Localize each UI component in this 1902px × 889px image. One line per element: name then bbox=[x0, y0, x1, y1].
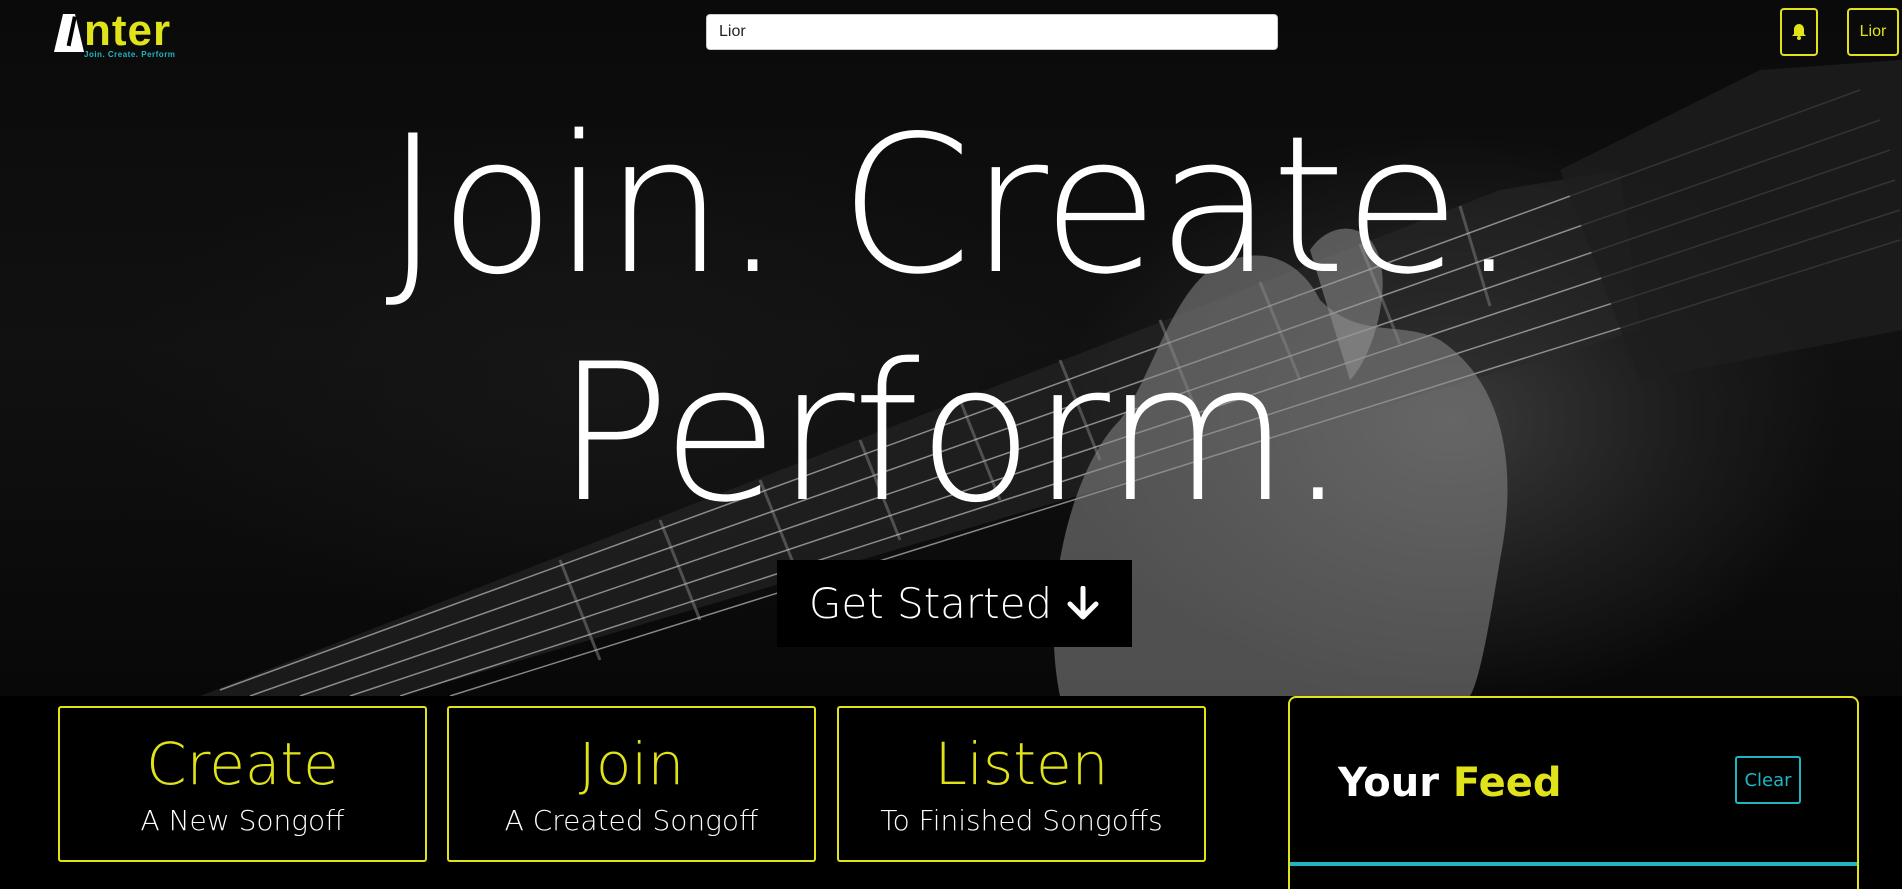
user-menu-button[interactable]: Lior bbox=[1847, 8, 1899, 56]
arrow-down-icon bbox=[1067, 585, 1099, 619]
create-songoff-card[interactable]: Create A New Songoff bbox=[58, 706, 427, 862]
logo[interactable]: nter Join. Create. Perform bbox=[54, 6, 204, 62]
metronome-icon bbox=[54, 14, 84, 52]
notifications-button[interactable] bbox=[1780, 8, 1818, 56]
card-title: Create bbox=[146, 730, 339, 798]
card-subtitle: A New Songoff bbox=[140, 804, 345, 837]
logo-tagline: Join. Create. Perform bbox=[84, 50, 176, 59]
feed-title-accent: Feed bbox=[1452, 760, 1562, 806]
card-title: Join bbox=[578, 730, 685, 798]
page: nter Join. Create. Perform Lior Join. Cr… bbox=[0, 0, 1902, 889]
clear-feed-button[interactable]: Clear bbox=[1735, 756, 1801, 804]
listen-songoff-card[interactable]: Listen To Finished Songoffs bbox=[837, 706, 1206, 862]
hero-heading: Join. Create. Perform. bbox=[0, 92, 1902, 548]
card-subtitle: To Finished Songoffs bbox=[880, 804, 1163, 837]
get-started-button[interactable]: Get Started bbox=[777, 560, 1132, 647]
feed-divider bbox=[1290, 862, 1857, 866]
feed-panel: Your Feed Clear bbox=[1288, 696, 1859, 889]
hero-heading-line-1: Join. Create. bbox=[385, 95, 1519, 316]
get-started-label: Get Started bbox=[808, 579, 1053, 628]
search-input[interactable] bbox=[706, 14, 1278, 50]
join-songoff-card[interactable]: Join A Created Songoff bbox=[447, 706, 816, 862]
hero-heading-line-2: Perform. bbox=[555, 323, 1348, 544]
card-subtitle: A Created Songoff bbox=[504, 804, 759, 837]
feed-title: Your Feed bbox=[1338, 760, 1562, 806]
navbar: nter Join. Create. Perform Lior bbox=[0, 0, 1902, 66]
logo-text: nter bbox=[84, 6, 172, 55]
bell-icon bbox=[1792, 24, 1806, 40]
feed-title-prefix: Your bbox=[1338, 760, 1439, 806]
card-title: Listen bbox=[934, 730, 1109, 798]
